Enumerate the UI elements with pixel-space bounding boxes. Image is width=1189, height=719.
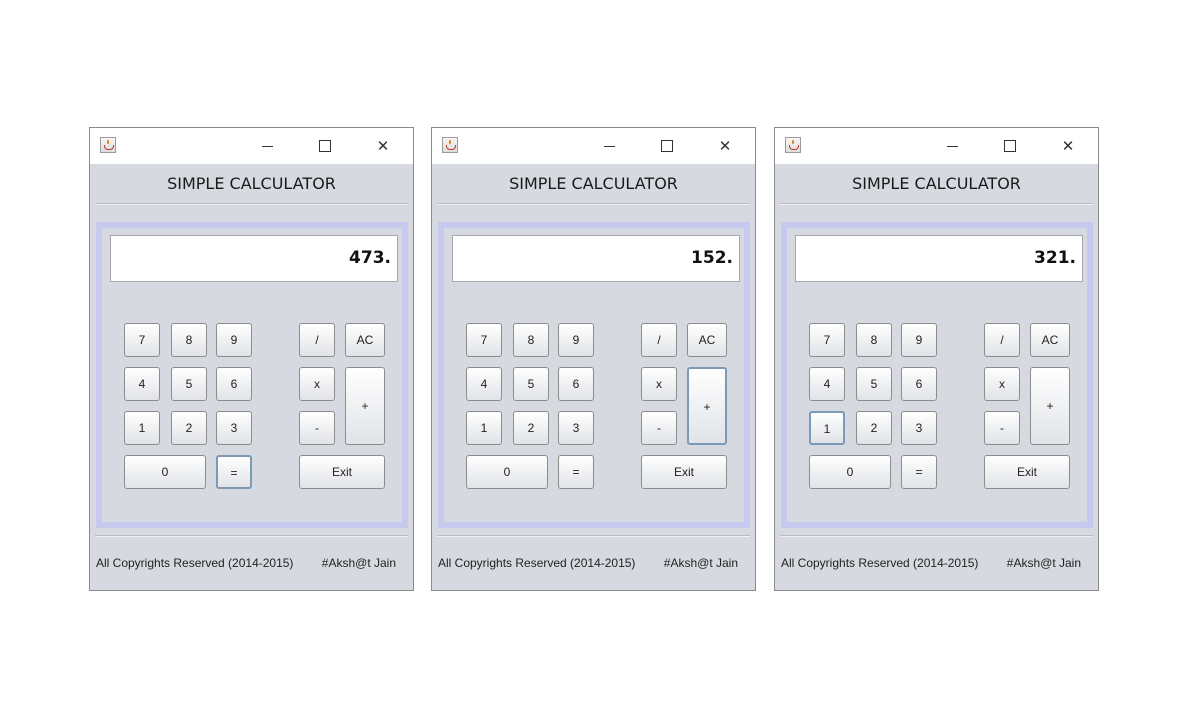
display-field[interactable]: 473. [110, 235, 398, 282]
minimize-icon[interactable] [253, 134, 283, 158]
key-2[interactable]: 2 [856, 411, 892, 445]
title-bar: ✕ [90, 128, 413, 164]
copyright-text: All Copyrights Reserved (2014-2015) [96, 556, 294, 570]
key-0[interactable]: 0 [124, 455, 206, 489]
key-6[interactable]: 6 [216, 367, 252, 401]
key-minus[interactable]: - [984, 411, 1020, 445]
key-8[interactable]: 8 [513, 323, 549, 357]
minimize-icon[interactable] [595, 134, 625, 158]
key-3[interactable]: 3 [901, 411, 937, 445]
java-cup-icon[interactable] [442, 137, 458, 153]
key-1[interactable]: 1 [124, 411, 160, 445]
key-8[interactable]: 8 [171, 323, 207, 357]
key-plus[interactable]: + [1030, 367, 1070, 445]
minimize-icon[interactable] [938, 134, 968, 158]
key-0[interactable]: 0 [809, 455, 891, 489]
app-heading: SIMPLE CALCULATOR [509, 174, 678, 193]
key-divide[interactable]: / [641, 323, 677, 357]
key-divide[interactable]: / [984, 323, 1020, 357]
maximize-icon[interactable] [652, 134, 682, 158]
author-text: #Aksh@t Jain [1006, 556, 1081, 570]
key-2[interactable]: 2 [513, 411, 549, 445]
close-icon[interactable]: ✕ [368, 134, 398, 158]
key-1[interactable]: 1 [466, 411, 502, 445]
key-9[interactable]: 9 [901, 323, 937, 357]
key-all-clear[interactable]: AC [687, 323, 727, 357]
java-cup-icon[interactable] [100, 137, 116, 153]
calculator-window-2: ✕ SIMPLE CALCULATOR 152. 7 8 9 / AC 4 5 … [431, 127, 756, 591]
display-field[interactable]: 321. [795, 235, 1083, 282]
key-minus[interactable]: - [299, 411, 335, 445]
close-icon[interactable]: ✕ [710, 134, 740, 158]
key-minus[interactable]: - [641, 411, 677, 445]
calculator-panel: 152. 7 8 9 / AC 4 5 6 x + 1 2 3 - 0 = Ex… [438, 222, 750, 528]
key-multiply[interactable]: x [641, 367, 677, 401]
calculator-panel: 473. 7 8 9 / AC 4 5 6 x + 1 2 3 - 0 = Ex… [96, 222, 408, 528]
key-multiply[interactable]: x [299, 367, 335, 401]
author-text: #Aksh@t Jain [663, 556, 738, 570]
calculator-panel: 321. 7 8 9 / AC 4 5 6 x + 1 2 3 - 0 = Ex… [781, 222, 1093, 528]
author-text: #Aksh@t Jain [321, 556, 396, 570]
divider [437, 203, 750, 205]
maximize-icon[interactable] [310, 134, 340, 158]
key-equals[interactable]: = [901, 455, 937, 489]
divider [780, 203, 1093, 205]
key-8[interactable]: 8 [856, 323, 892, 357]
key-equals[interactable]: = [216, 455, 252, 489]
divider [95, 535, 408, 537]
app-heading: SIMPLE CALCULATOR [852, 174, 1021, 193]
key-5[interactable]: 5 [513, 367, 549, 401]
title-bar: ✕ [775, 128, 1098, 164]
key-5[interactable]: 5 [171, 367, 207, 401]
close-icon[interactable]: ✕ [1053, 134, 1083, 158]
key-3[interactable]: 3 [216, 411, 252, 445]
maximize-icon[interactable] [995, 134, 1025, 158]
title-bar: ✕ [432, 128, 755, 164]
key-7[interactable]: 7 [466, 323, 502, 357]
divider [95, 203, 408, 205]
divider [780, 535, 1093, 537]
key-9[interactable]: 9 [558, 323, 594, 357]
key-6[interactable]: 6 [901, 367, 937, 401]
key-9[interactable]: 9 [216, 323, 252, 357]
exit-button[interactable]: Exit [299, 455, 385, 489]
key-all-clear[interactable]: AC [1030, 323, 1070, 357]
key-0[interactable]: 0 [466, 455, 548, 489]
key-plus[interactable]: + [687, 367, 727, 445]
exit-button[interactable]: Exit [641, 455, 727, 489]
key-plus[interactable]: + [345, 367, 385, 445]
key-2[interactable]: 2 [171, 411, 207, 445]
calculator-window-3: ✕ SIMPLE CALCULATOR 321. 7 8 9 / AC 4 5 … [774, 127, 1099, 591]
copyright-text: All Copyrights Reserved (2014-2015) [438, 556, 636, 570]
key-1[interactable]: 1 [809, 411, 845, 445]
key-4[interactable]: 4 [809, 367, 845, 401]
app-heading: SIMPLE CALCULATOR [167, 174, 336, 193]
key-7[interactable]: 7 [124, 323, 160, 357]
copyright-text: All Copyrights Reserved (2014-2015) [781, 556, 979, 570]
java-cup-icon[interactable] [785, 137, 801, 153]
key-7[interactable]: 7 [809, 323, 845, 357]
key-4[interactable]: 4 [466, 367, 502, 401]
key-6[interactable]: 6 [558, 367, 594, 401]
display-field[interactable]: 152. [452, 235, 740, 282]
key-4[interactable]: 4 [124, 367, 160, 401]
calculator-window-1: ✕ SIMPLE CALCULATOR 473. 7 8 9 / AC 4 5 … [89, 127, 414, 591]
key-all-clear[interactable]: AC [345, 323, 385, 357]
divider [437, 535, 750, 537]
key-5[interactable]: 5 [856, 367, 892, 401]
key-multiply[interactable]: x [984, 367, 1020, 401]
key-3[interactable]: 3 [558, 411, 594, 445]
exit-button[interactable]: Exit [984, 455, 1070, 489]
key-equals[interactable]: = [558, 455, 594, 489]
key-divide[interactable]: / [299, 323, 335, 357]
